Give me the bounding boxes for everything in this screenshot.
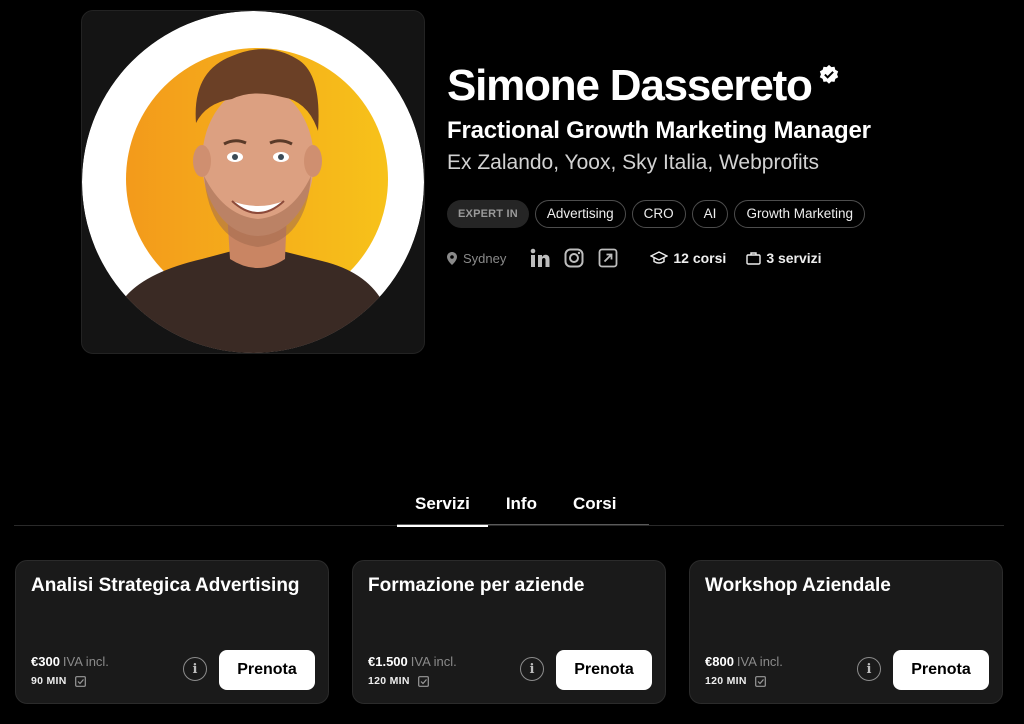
- calendar-check-icon: [417, 675, 429, 687]
- service-card[interactable]: Workshop Aziendale €800 IVA incl. 120 MIN…: [689, 560, 1003, 704]
- service-title: Workshop Aziendale: [705, 575, 891, 596]
- profile-header: Simone Dassereto Fractional Growth Marke…: [447, 58, 1007, 268]
- instagram-icon[interactable]: [564, 248, 584, 268]
- service-duration: 120 MIN: [705, 675, 766, 687]
- tag-ai[interactable]: AI: [691, 200, 729, 228]
- avatar: [82, 11, 424, 353]
- calendar-check-icon: [754, 675, 766, 687]
- duration-text: 90 MIN: [31, 675, 67, 687]
- briefcase-icon: [746, 252, 762, 265]
- profile-headline: Fractional Growth Marketing Manager: [447, 117, 871, 144]
- tab-list: Servizi Info Corsi: [397, 486, 634, 527]
- tab-info[interactable]: Info: [488, 486, 555, 526]
- service-price: €1.500 IVA incl.: [368, 654, 457, 669]
- profile-subline: Ex Zalando, Yoox, Sky Italia, Webprofits: [447, 151, 819, 174]
- book-button[interactable]: Prenota: [219, 650, 315, 690]
- service-price: €800 IVA incl.: [705, 654, 783, 669]
- profile-meta: Sydney 12 corsi 3 servizi: [447, 248, 1007, 268]
- service-title: Formazione per aziende: [368, 575, 585, 596]
- tag-cro[interactable]: CRO: [631, 200, 686, 228]
- tab-corsi[interactable]: Corsi: [555, 486, 634, 526]
- tag-advertising[interactable]: Advertising: [534, 200, 626, 228]
- avatar-card: [81, 10, 425, 354]
- profile-name: Simone Dassereto: [447, 61, 813, 110]
- service-cards: Analisi Strategica Advertising €300 IVA i…: [15, 560, 1003, 704]
- info-icon[interactable]: i: [183, 657, 207, 681]
- service-title: Analisi Strategica Advertising: [31, 575, 300, 596]
- graduation-cap-icon: [650, 251, 669, 264]
- vat-note: IVA incl.: [410, 654, 457, 669]
- info-icon[interactable]: i: [520, 657, 544, 681]
- service-duration: 90 MIN: [31, 675, 86, 687]
- courses-count: 12 corsi: [650, 250, 726, 266]
- services-count: 3 servizi: [746, 250, 822, 266]
- book-button[interactable]: Prenota: [893, 650, 989, 690]
- service-price: €300 IVA incl.: [31, 654, 109, 669]
- expertise-label: EXPERT IN: [447, 200, 529, 228]
- social-links: [530, 248, 618, 268]
- location-pin-icon: [447, 251, 457, 265]
- linkedin-icon[interactable]: [530, 248, 550, 268]
- services-count-text: 3 servizi: [766, 250, 822, 266]
- location: Sydney: [447, 251, 506, 266]
- external-link-icon[interactable]: [598, 248, 618, 268]
- price-value: €300: [31, 654, 60, 669]
- duration-text: 120 MIN: [705, 675, 747, 687]
- tab-servizi[interactable]: Servizi: [397, 486, 488, 527]
- verified-badge-icon: [819, 64, 838, 84]
- courses-count-text: 12 corsi: [673, 250, 727, 266]
- vat-note: IVA incl.: [62, 654, 109, 669]
- duration-text: 120 MIN: [368, 675, 410, 687]
- tabs-bar: Servizi Info Corsi: [14, 486, 1004, 527]
- service-duration: 120 MIN: [368, 675, 429, 687]
- service-card[interactable]: Formazione per aziende €1.500 IVA incl. 1…: [352, 560, 666, 704]
- book-button[interactable]: Prenota: [556, 650, 652, 690]
- calendar-check-icon: [74, 675, 86, 687]
- vat-note: IVA incl.: [736, 654, 783, 669]
- price-value: €1.500: [368, 654, 408, 669]
- location-text: Sydney: [463, 250, 507, 266]
- info-icon[interactable]: i: [857, 657, 881, 681]
- price-value: €800: [705, 654, 734, 669]
- expertise-tags: EXPERT IN Advertising CRO AI Growth Mark…: [447, 200, 1007, 228]
- tag-growth-marketing[interactable]: Growth Marketing: [734, 200, 865, 228]
- service-card[interactable]: Analisi Strategica Advertising €300 IVA i…: [15, 560, 329, 704]
